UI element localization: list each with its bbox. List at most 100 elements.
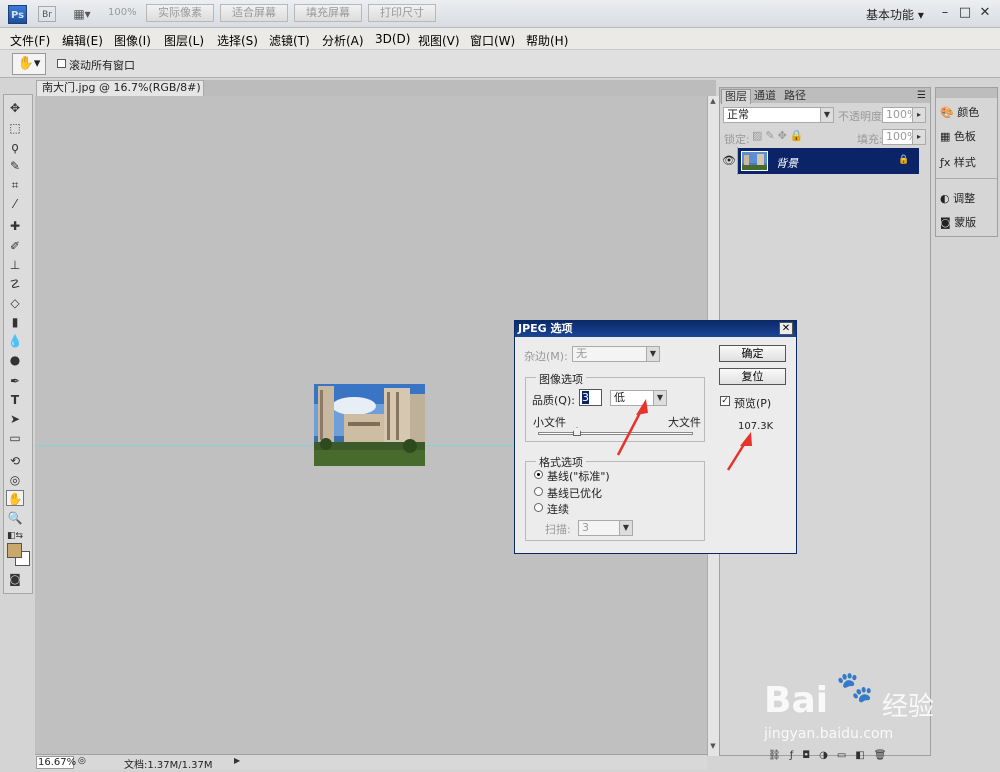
format-progressive-label: 连续 [547, 503, 569, 516]
tab-channels[interactable]: 通道 [751, 89, 779, 104]
menu-edit[interactable]: 编辑(E) [62, 30, 103, 51]
menu-analysis[interactable]: 分析(A) [322, 30, 364, 51]
scroll-down-icon[interactable]: ▼ [708, 742, 718, 752]
matte-value: 无 [576, 347, 587, 360]
watermark-brand: Bai [764, 680, 829, 721]
eye-icon[interactable]: 👁 [721, 147, 738, 175]
crop-tool-icon[interactable]: ⌗ [6, 177, 24, 193]
swatches-panel-item[interactable]: ▦ 色板 [940, 128, 976, 144]
shape-tool-icon[interactable]: ▭ [6, 430, 24, 446]
menu-filter[interactable]: 滤镜(T) [269, 30, 310, 51]
masks-panel-item[interactable]: ◙ 蒙版 [940, 214, 976, 230]
panel-menu-icon[interactable]: ☰ [917, 90, 926, 101]
chevron-down-icon: ▼ [820, 108, 833, 122]
format-baseline-radio[interactable] [534, 470, 543, 479]
marquee-tool-icon[interactable]: ⬚ [6, 120, 24, 136]
menu-help[interactable]: 帮助(H) [526, 30, 568, 51]
chevron-right-icon: ▸ [912, 108, 925, 122]
dock-divider [936, 178, 997, 179]
3d-rotate-tool-icon[interactable]: ⟲ [6, 453, 24, 469]
clone-stamp-tool-icon[interactable]: ⊥ [6, 257, 24, 273]
menu-window[interactable]: 窗口(W) [470, 30, 515, 51]
actual-pixels-button[interactable]: 实际像素 [146, 4, 214, 22]
blend-mode-select[interactable]: 正常 ▼ [723, 107, 834, 123]
menu-layer[interactable]: 图层(L) [164, 30, 204, 51]
menu-select[interactable]: 选择(S) [217, 30, 258, 51]
quality-value: 3 [582, 391, 589, 404]
menu-image[interactable]: 图像(I) [114, 30, 151, 51]
swatches-panel-label: 色板 [953, 130, 976, 143]
fit-screen-button[interactable]: 适合屏幕 [220, 4, 288, 22]
opacity-field[interactable]: 100% ▸ [882, 107, 926, 123]
restore-icon[interactable]: □ [956, 5, 974, 21]
fx-icon: ƒx [940, 156, 951, 169]
quick-select-tool-icon[interactable]: ✎ [6, 158, 24, 174]
dodge-tool-icon[interactable]: ● [6, 352, 24, 368]
gradient-tool-icon[interactable]: ▮ [6, 314, 24, 330]
preview-checkbox[interactable]: ✓ [720, 396, 730, 406]
baidu-watermark: Bai 🐾 经验 jingyan.baidu.com [764, 660, 964, 760]
workspace-switcher[interactable]: 基本功能 ▾ [866, 6, 924, 23]
color-panel-item[interactable]: 🎨 颜色 [940, 104, 979, 120]
healing-brush-tool-icon[interactable]: ✚ [6, 218, 24, 234]
path-select-tool-icon[interactable]: ➤ [6, 411, 24, 427]
status-zoom-field[interactable]: 16.67% [36, 756, 76, 769]
document-tab[interactable]: 南大门.jpg @ 16.7%(RGB/8#) * ✕ [36, 80, 204, 108]
brush-tool-icon[interactable]: ✐ [6, 238, 24, 254]
scan-label: 扫描: [545, 523, 571, 536]
status-menu-arrow-icon[interactable]: ▶ [234, 756, 244, 768]
dialog-title: JPEG 选项 [515, 321, 796, 337]
pen-tool-icon[interactable]: ✒ [6, 373, 24, 389]
lock-icons[interactable]: ▨✎✥🔒 [752, 129, 807, 142]
print-size-button[interactable]: 打印尺寸 [368, 4, 436, 22]
menu-file[interactable]: 文件(F) [10, 30, 50, 51]
ok-button[interactable]: 确定 [719, 345, 786, 362]
eyedropper-tool-icon[interactable]: ⁄ [6, 196, 24, 212]
scroll-all-label: 滚动所有窗口 [69, 59, 135, 72]
3d-orbit-tool-icon[interactable]: ◎ [6, 472, 24, 488]
status-icon[interactable]: ◎ [78, 756, 86, 766]
styles-panel-item[interactable]: ƒx 样式 [940, 154, 976, 170]
eraser-tool-icon[interactable]: ◇ [6, 295, 24, 311]
options-bar [0, 50, 1000, 78]
format-progressive-radio[interactable] [534, 503, 543, 512]
quality-label: 品质(Q): [532, 394, 575, 407]
tab-layers[interactable]: 图层 [721, 89, 751, 104]
palette-icon: 🎨 [940, 106, 954, 119]
blur-tool-icon[interactable]: 💧 [6, 333, 24, 349]
history-brush-tool-icon[interactable]: ☡ [6, 276, 24, 292]
swap-colors-icon[interactable]: ◧⇆ [6, 528, 24, 544]
swatches-icon: ▦ [940, 130, 951, 143]
menu-3d[interactable]: 3D(D) [375, 30, 410, 48]
menu-view[interactable]: 视图(V) [418, 30, 460, 51]
reset-button[interactable]: 复位 [719, 368, 786, 385]
matte-select[interactable]: 无 ▼ [572, 346, 660, 362]
dock-header [936, 88, 997, 98]
fill-field[interactable]: 100% ▸ [882, 129, 926, 145]
move-tool-icon[interactable]: ✥ [6, 100, 24, 116]
tool-preset-picker[interactable]: ✋▾ [12, 53, 46, 75]
minimize-icon[interactable]: – [936, 5, 954, 21]
dialog-close-icon[interactable]: ✕ [779, 322, 793, 335]
lasso-tool-icon[interactable]: ϙ [6, 139, 24, 155]
opacity-label: 不透明度: [838, 110, 886, 123]
foreground-color-swatch[interactable] [7, 543, 22, 558]
quality-input[interactable]: 3 [579, 389, 602, 406]
fill-screen-button[interactable]: 填充屏幕 [294, 4, 362, 22]
zoom-tool-icon[interactable]: 🔍 [6, 510, 24, 526]
adjustments-panel-item[interactable]: ◐ 调整 [940, 190, 975, 206]
image-options-title: 图像选项 [536, 371, 586, 387]
bridge-icon[interactable]: Br [38, 6, 56, 22]
scroll-all-checkbox[interactable] [57, 59, 66, 68]
close-icon[interactable]: ✕ [976, 5, 994, 21]
hand-tool-icon[interactable]: ✋ [6, 490, 24, 506]
format-optimized-radio[interactable] [534, 487, 543, 496]
tab-paths[interactable]: 路径 [781, 89, 809, 104]
scan-select[interactable]: 3 ▼ [578, 520, 633, 536]
color-panel-label: 颜色 [957, 106, 980, 119]
screen-mode-icon[interactable]: ▦▾ [68, 6, 96, 22]
scroll-up-icon[interactable]: ▲ [708, 97, 718, 107]
chevron-right-icon: ▸ [912, 130, 925, 144]
type-tool-icon[interactable]: T [6, 392, 24, 408]
quick-mask-icon[interactable]: ◙ [6, 571, 24, 587]
